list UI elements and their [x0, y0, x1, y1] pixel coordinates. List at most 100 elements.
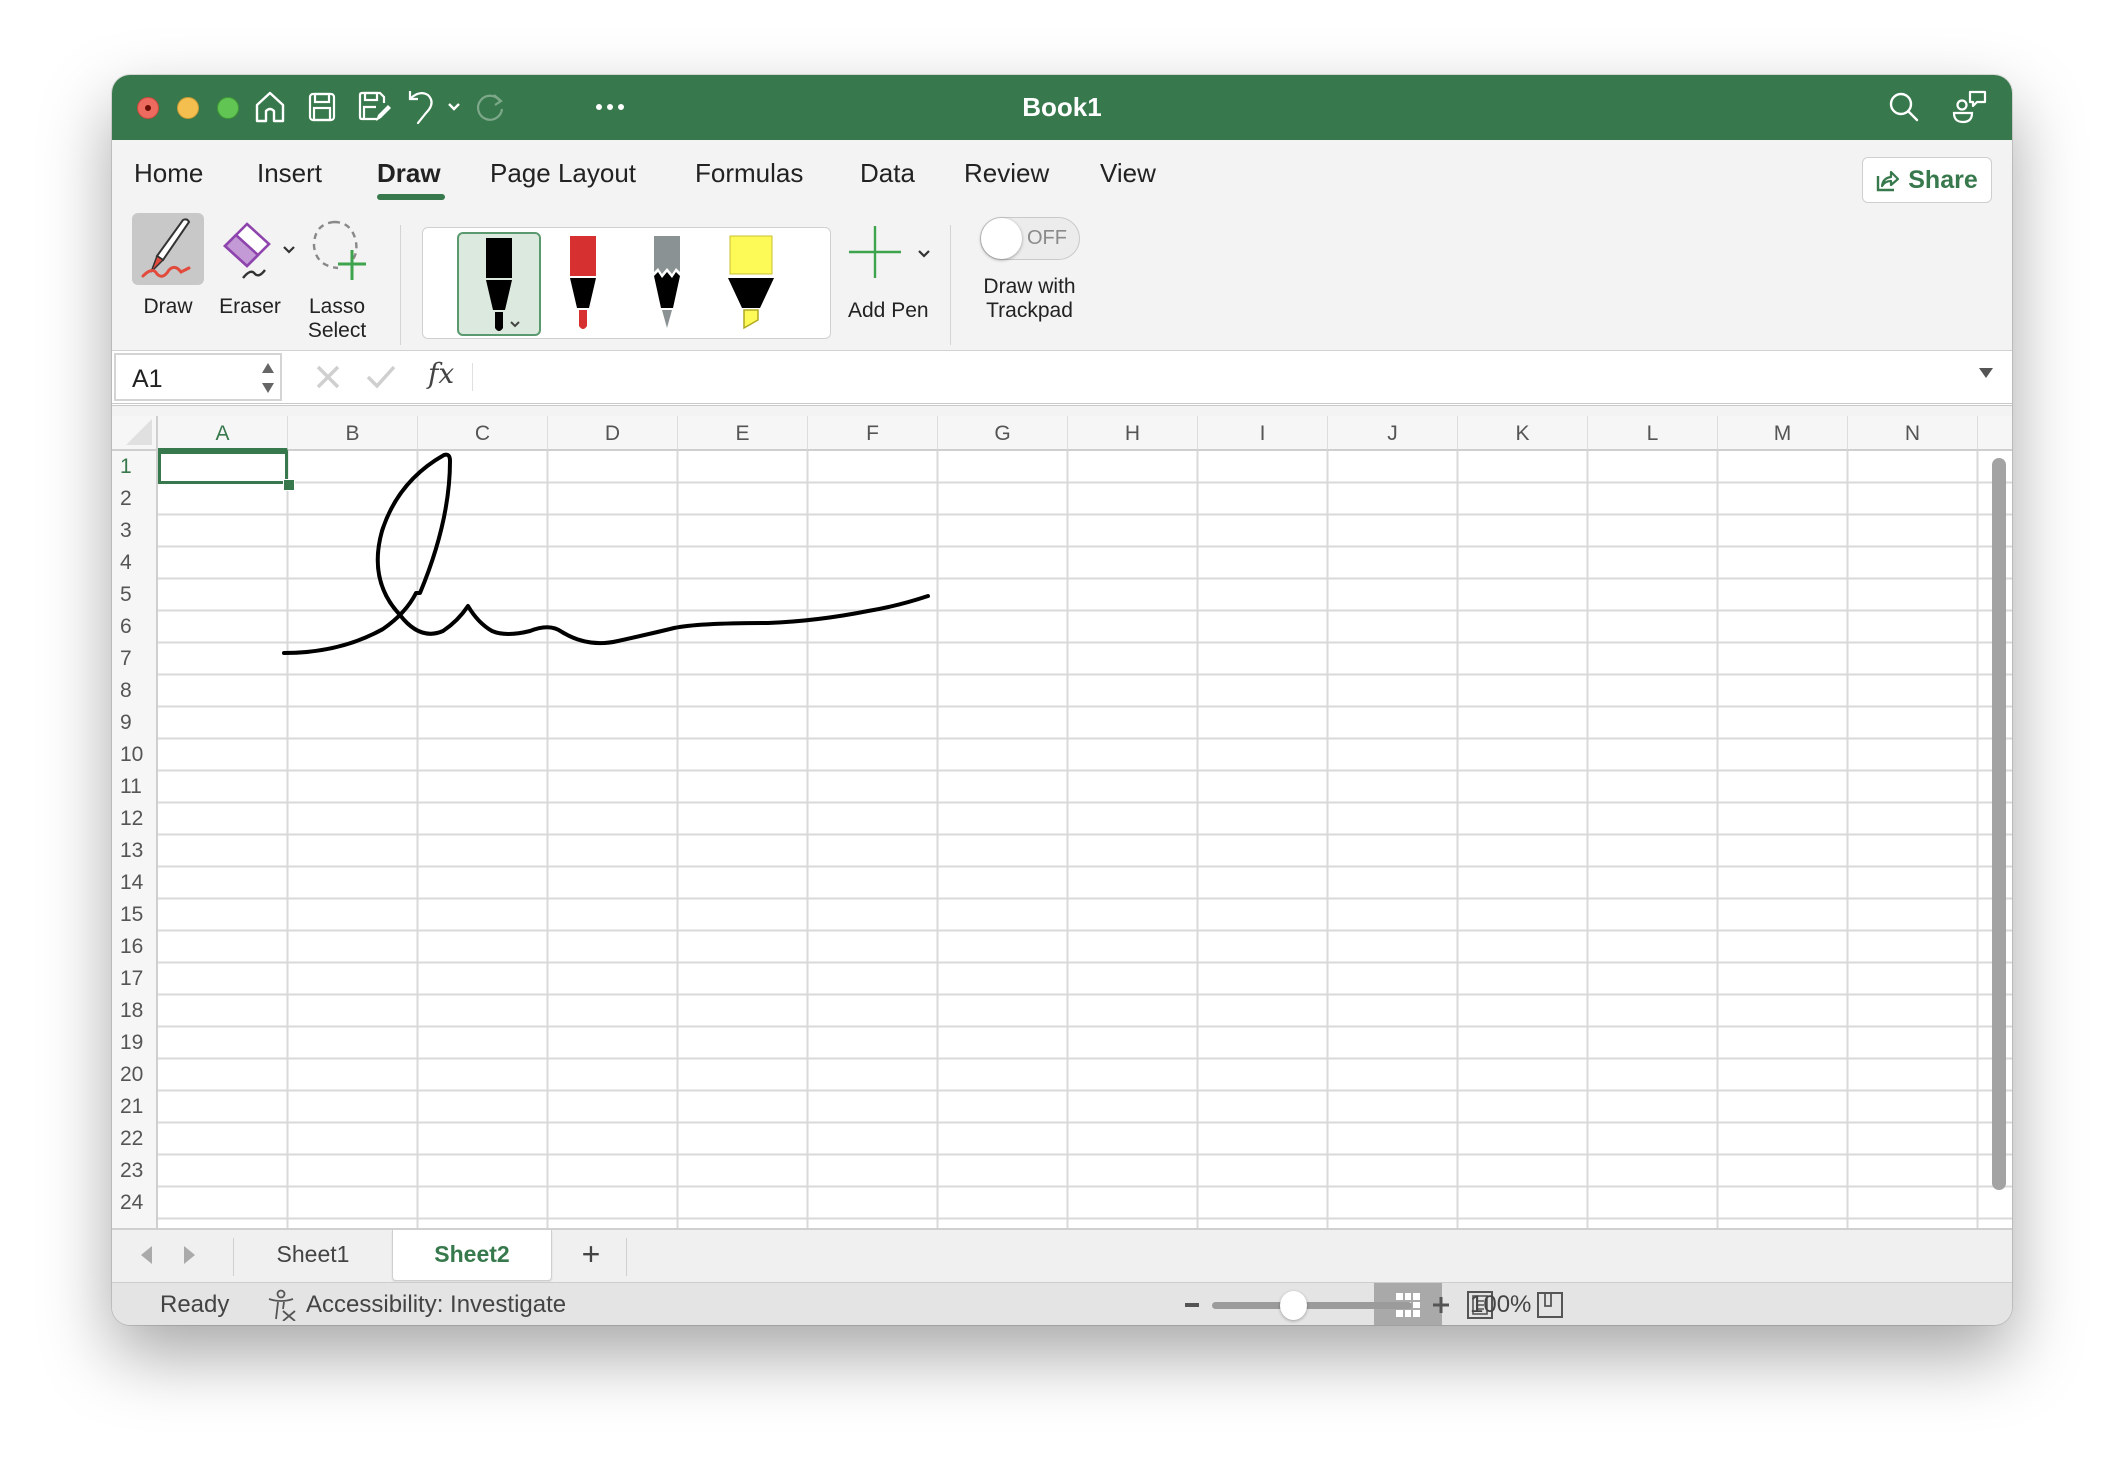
name-box[interactable]: A1 [114, 353, 282, 401]
draw-with-trackpad-toggle[interactable]: OFF [980, 217, 1080, 260]
search-button[interactable] [1884, 89, 1924, 125]
add-sheet-button[interactable]: + [556, 1230, 626, 1280]
zoom-slider-knob[interactable] [1280, 1291, 1307, 1320]
row-header-2[interactable]: 2 [112, 483, 158, 515]
expand-formula-bar-icon[interactable] [1978, 367, 1994, 379]
lasso-select-icon [312, 220, 366, 280]
column-header-b[interactable]: B [288, 416, 418, 451]
lasso-icon-box [302, 213, 372, 285]
row-header-8[interactable]: 8 [112, 675, 158, 707]
row-header-12[interactable]: 12 [112, 803, 158, 835]
tab-separator [626, 1238, 627, 1276]
column-header-c[interactable]: C [418, 416, 548, 451]
add-pen-button[interactable]: Add Pen [840, 219, 940, 323]
black-pen-icon [486, 238, 520, 331]
title-bar: Book1 [112, 75, 2012, 140]
fill-handle[interactable] [283, 479, 295, 491]
column-header-e[interactable]: E [678, 416, 808, 451]
add-pen-label: Add Pen [848, 299, 929, 322]
zoom-out-button[interactable] [1185, 1303, 1199, 1307]
sheet-tab-sheet1[interactable]: Sheet1 [234, 1230, 392, 1280]
lasso-select-button[interactable]: Lasso Select [302, 213, 372, 343]
column-header-j[interactable]: J [1328, 416, 1458, 451]
row-header-partial[interactable] [112, 1219, 158, 1228]
row-header-19[interactable]: 19 [112, 1027, 158, 1059]
row-header-10[interactable]: 10 [112, 739, 158, 771]
name-box-stepper-icon[interactable] [260, 359, 276, 397]
column-header-d[interactable]: D [548, 416, 678, 451]
tab-formulas[interactable]: Formulas [695, 158, 803, 189]
scroll-tabs-left-icon[interactable] [138, 1244, 154, 1266]
row-header-16[interactable]: 16 [112, 931, 158, 963]
yellow-highlighter-button[interactable] [709, 232, 793, 336]
accessibility-status[interactable]: Accessibility: Investigate [306, 1291, 566, 1319]
tab-review[interactable]: Review [964, 158, 1049, 189]
row-header-17[interactable]: 17 [112, 963, 158, 995]
column-header-n[interactable]: N [1848, 416, 1978, 451]
column-header-m[interactable]: M [1718, 416, 1848, 451]
row-header-15[interactable]: 15 [112, 899, 158, 931]
zoom-in-icon[interactable] [1432, 1296, 1450, 1314]
row-header-5[interactable]: 5 [112, 579, 158, 611]
spreadsheet-grid[interactable]: ABCDEFGHIJKLMN 1 2 3 4 5 6 7 8 9 10 11 12 13 14 15 16 17… [112, 416, 2012, 1228]
active-cell-A1[interactable] [158, 451, 288, 484]
eraser-button[interactable]: Eraser [210, 213, 290, 319]
red-pen-button[interactable] [541, 232, 625, 336]
scroll-tabs-right-icon[interactable] [182, 1244, 198, 1266]
tab-draw[interactable]: Draw [377, 158, 441, 189]
enter-checkmark-icon[interactable] [364, 359, 398, 393]
column-header-l[interactable]: L [1588, 416, 1718, 451]
pen-draw-icon [141, 218, 191, 278]
share-label: Share [1908, 165, 1978, 194]
trackpad-label: Draw with Trackpad [972, 275, 1087, 323]
add-pen-dropdown-icon[interactable] [917, 249, 931, 259]
zoom-percentage[interactable]: 100% [1470, 1291, 1531, 1319]
gray-pencil-button[interactable] [625, 232, 709, 336]
formula-input[interactable] [482, 361, 1952, 393]
column-header-g[interactable]: G [938, 416, 1068, 451]
row-header-18[interactable]: 18 [112, 995, 158, 1027]
row-header-24[interactable]: 24 [112, 1187, 158, 1219]
select-all-button[interactable] [112, 416, 158, 451]
column-header-k[interactable]: K [1458, 416, 1588, 451]
vertical-scrollbar-thumb[interactable] [1992, 458, 2006, 1190]
row-header-4[interactable]: 4 [112, 547, 158, 579]
zoom-slider-track[interactable] [1212, 1302, 1412, 1309]
cancel-icon[interactable] [312, 359, 344, 393]
collaborate-button[interactable] [1950, 89, 1990, 125]
column-header-f[interactable]: F [808, 416, 938, 451]
draw-tool-button[interactable]: Draw [132, 213, 204, 319]
tab-data[interactable]: Data [860, 158, 915, 189]
status-ready: Ready [160, 1291, 230, 1318]
cell-area[interactable] [158, 451, 2012, 1228]
black-pen-button[interactable] [457, 232, 541, 336]
sheet-tab-sheet2[interactable]: Sheet2 [392, 1230, 552, 1281]
row-header-23[interactable]: 23 [112, 1155, 158, 1187]
row-header-7[interactable]: 7 [112, 643, 158, 675]
tab-insert[interactable]: Insert [257, 158, 322, 189]
row-header-9[interactable]: 9 [112, 707, 158, 739]
row-header-20[interactable]: 20 [112, 1059, 158, 1091]
window-title: Book1 [1022, 92, 1102, 122]
row-header-3[interactable]: 3 [112, 515, 158, 547]
column-header-i[interactable]: I [1198, 416, 1328, 451]
row-header-21[interactable]: 21 [112, 1091, 158, 1123]
share-button[interactable]: Share [1862, 157, 1992, 203]
column-header-h[interactable]: H [1068, 416, 1198, 451]
tab-view[interactable]: View [1100, 158, 1156, 189]
row-header-1[interactable]: 1 [112, 451, 158, 483]
column-header-a[interactable]: A [158, 416, 288, 451]
tab-home[interactable]: Home [134, 158, 203, 189]
tab-page-layout[interactable]: Page Layout [490, 158, 636, 189]
name-box-value: A1 [132, 365, 163, 393]
ink-signature-drawing[interactable] [158, 451, 2012, 1228]
row-header-22[interactable]: 22 [112, 1123, 158, 1155]
row-header-6[interactable]: 6 [112, 611, 158, 643]
column-header-partial[interactable] [1978, 416, 2012, 451]
row-header-13[interactable]: 13 [112, 835, 158, 867]
row-header-11[interactable]: 11 [112, 771, 158, 803]
row-header-14[interactable]: 14 [112, 867, 158, 899]
insert-function-button[interactable]: fx [428, 357, 454, 390]
eraser-dropdown-icon[interactable] [282, 245, 296, 255]
share-icon [1877, 170, 1900, 192]
